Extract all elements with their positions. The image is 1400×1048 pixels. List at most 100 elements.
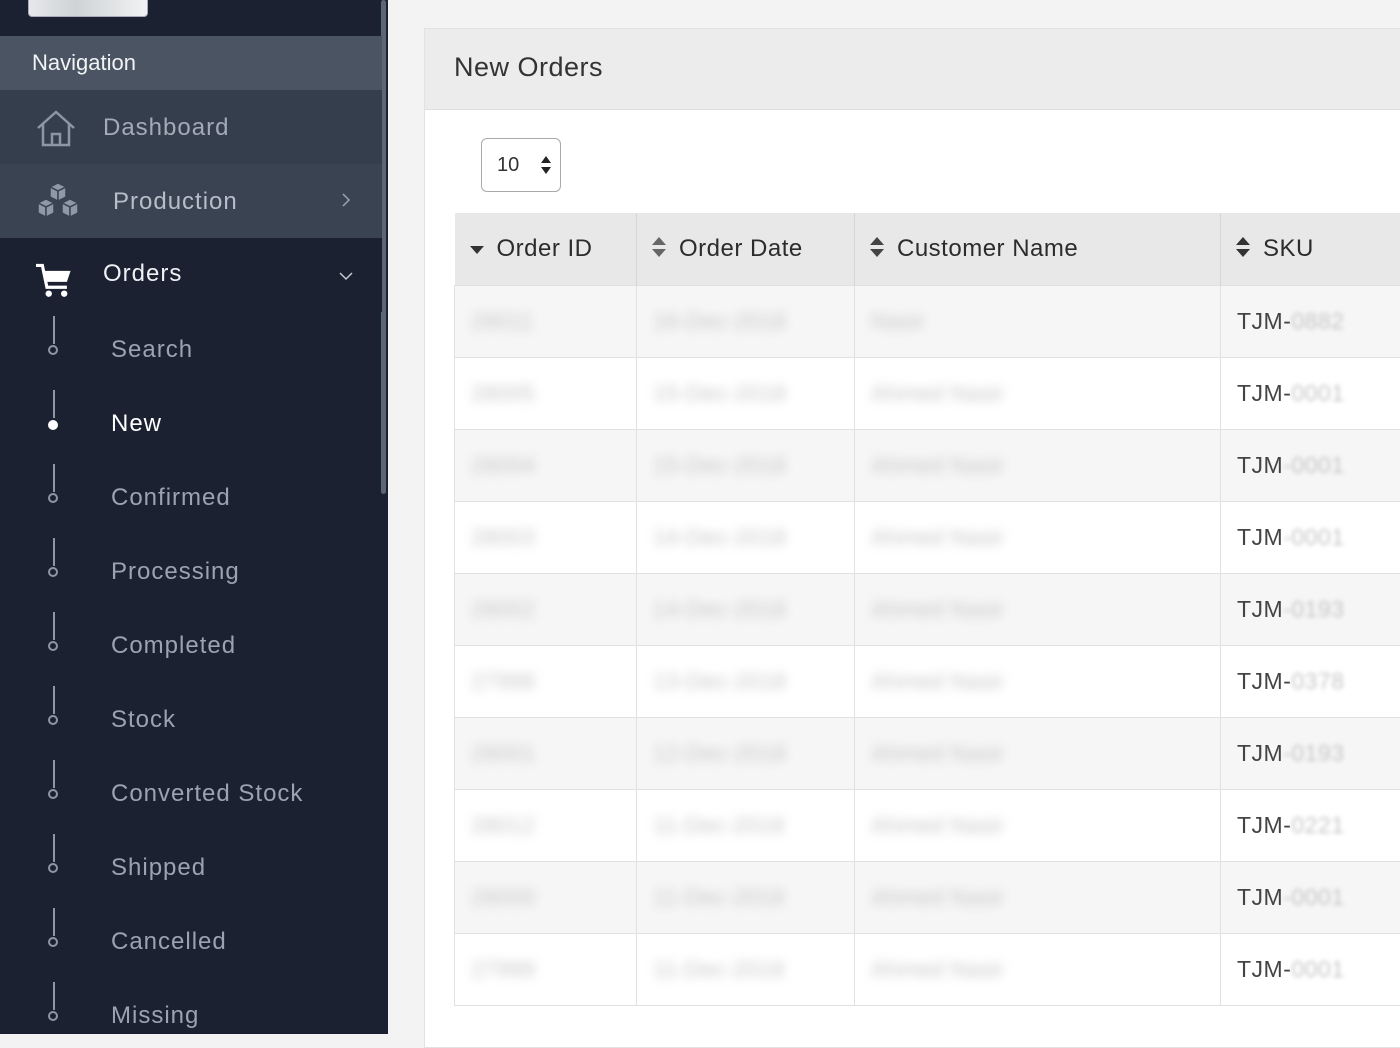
tree-dot	[48, 1011, 58, 1021]
cell-order-id: 28005	[455, 357, 637, 429]
tree-dot	[48, 863, 58, 873]
cart-icon	[36, 260, 76, 300]
column-label: Customer Name	[897, 235, 1078, 262]
tree-line	[53, 686, 55, 714]
sidebar-item-orders[interactable]: Orders	[0, 238, 382, 312]
cell-order-date: 14-Dec-2018	[637, 501, 855, 573]
cell-customer-name: Ahmed Nasir	[855, 933, 1221, 1005]
cell-customer-name: Ahmed Nasir	[855, 645, 1221, 717]
orders-table: Order ID Order Date Customer Name SKU 28…	[454, 213, 1400, 1006]
cell-order-date: 15-Dec-2018	[637, 357, 855, 429]
select-arrows-icon	[540, 154, 552, 176]
sort-icon	[869, 236, 885, 258]
sidebar-subitem-label: Converted Stock	[111, 780, 303, 808]
cell-customer-name: Ahmed Nasir	[855, 717, 1221, 789]
sidebar-subitem-missing[interactable]: Missing	[0, 978, 382, 1034]
sidebar-subitem-shipped[interactable]: Shipped	[0, 830, 382, 904]
table-row[interactable]: 28001 12-Dec-2018 Ahmed Nasir TJM-0193	[455, 717, 1400, 789]
cell-customer-name: Ahmed Nasir	[855, 429, 1221, 501]
sort-icon	[651, 236, 667, 258]
cell-sku: TJM-0221	[1221, 789, 1400, 861]
cell-order-id: 27998	[455, 645, 637, 717]
chevron-right-icon	[338, 192, 354, 208]
sidebar-subitem-search[interactable]: Search	[0, 312, 382, 386]
sidebar-subitem-cancelled[interactable]: Cancelled	[0, 904, 382, 978]
column-label: SKU	[1263, 235, 1314, 262]
table-row[interactable]: 28005 15-Dec-2018 Ahmed Nasir TJM-0001	[455, 357, 1400, 429]
tree-dot	[48, 789, 58, 799]
sidebar-subitem-new[interactable]: New	[0, 386, 382, 460]
sidebar-subitem-label: Confirmed	[111, 484, 231, 512]
column-header-sku[interactable]: SKU	[1221, 213, 1400, 285]
new-orders-panel: New Orders 10 Order ID Order Date Custom…	[424, 28, 1400, 1048]
cell-customer-name: Ahmed Nasir	[855, 789, 1221, 861]
cell-order-date: 11-Dec-2018	[637, 861, 855, 933]
tree-dot	[48, 937, 58, 947]
sidebar-subitem-converted-stock[interactable]: Converted Stock	[0, 756, 382, 830]
sidebar-subitem-processing[interactable]: Processing	[0, 534, 382, 608]
sidebar-subitem-completed[interactable]: Completed	[0, 608, 382, 682]
sidebar-subitem-label: Shipped	[111, 854, 206, 882]
tree-dot	[48, 493, 58, 503]
column-label: Order ID	[497, 235, 593, 262]
cell-order-id: 27999	[455, 933, 637, 1005]
chevron-down-icon	[338, 268, 354, 284]
sidebar-subitem-label: Stock	[111, 706, 176, 734]
cell-order-date: 12-Dec-2018	[637, 717, 855, 789]
tree-line	[53, 982, 55, 1010]
column-header-customer-name[interactable]: Customer Name	[855, 213, 1221, 285]
sidebar-item-label: Orders	[103, 260, 182, 288]
table-row[interactable]: 27999 11-Dec-2018 Ahmed Nasir TJM-0001	[455, 933, 1400, 1005]
table-row[interactable]: 28003 14-Dec-2018 Ahmed Nasir TJM-0001	[455, 501, 1400, 573]
cell-order-id: 28001	[455, 717, 637, 789]
tree-line	[53, 538, 55, 566]
cell-customer-name: Ahmed Nasir	[855, 573, 1221, 645]
table-header-row: Order ID Order Date Customer Name SKU	[455, 213, 1400, 285]
cell-order-id: 28002	[455, 573, 637, 645]
sidebar-item-dashboard[interactable]: Dashboard	[0, 90, 382, 164]
sidebar-subitem-confirmed[interactable]: Confirmed	[0, 460, 382, 534]
cell-sku: TJM-0882	[1221, 285, 1400, 357]
sidebar-item-label: Production	[113, 188, 238, 216]
table-row[interactable]: 28000 11-Dec-2018 Ahmed Nasir TJM-0001	[455, 861, 1400, 933]
sort-desc-icon	[469, 236, 485, 258]
column-header-order-id[interactable]: Order ID	[455, 213, 637, 285]
sidebar-subitem-label: Processing	[111, 558, 240, 586]
home-icon	[34, 108, 78, 148]
tree-dot	[48, 641, 58, 651]
table-row[interactable]: 28012 11-Dec-2018 Ahmed Nasir TJM-0221	[455, 789, 1400, 861]
logo[interactable]	[28, 0, 148, 17]
cell-customer-name: Ahmed Nasir	[855, 501, 1221, 573]
cell-sku: TJM-0001	[1221, 357, 1400, 429]
sidebar-subitem-label: Completed	[111, 632, 236, 660]
navigation-header: Navigation	[0, 36, 382, 90]
cell-order-date: 14-Dec-2018	[637, 573, 855, 645]
tree-line	[53, 760, 55, 788]
cell-order-id: 28000	[455, 861, 637, 933]
cell-order-date: 11-Dec-2018	[637, 789, 855, 861]
panel-title: New Orders	[425, 29, 1400, 110]
table-row[interactable]: 27998 13-Dec-2018 Ahmed Nasir TJM-0378	[455, 645, 1400, 717]
table-row[interactable]: 28002 14-Dec-2018 Ahmed Nasir TJM-0193	[455, 573, 1400, 645]
cell-order-id: 28012	[455, 789, 637, 861]
cell-customer-name: Nasir	[855, 285, 1221, 357]
column-header-order-date[interactable]: Order Date	[637, 213, 855, 285]
tree-dot	[48, 567, 58, 577]
page-size-select[interactable]: 10	[481, 138, 561, 192]
cell-sku: TJM-0001	[1221, 501, 1400, 573]
sidebar-subitem-label: Missing	[111, 1002, 199, 1030]
cubes-icon	[34, 183, 82, 223]
table-row[interactable]: 28004 15-Dec-2018 Ahmed Nasir TJM-0001	[455, 429, 1400, 501]
cell-order-date: 15-Dec-2018	[637, 429, 855, 501]
column-label: Order Date	[679, 235, 803, 262]
tree-line	[53, 316, 55, 344]
sidebar-subitem-label: New	[111, 410, 162, 438]
tree-dot	[48, 345, 58, 355]
sidebar-item-production[interactable]: Production	[0, 164, 382, 238]
tree-line	[53, 464, 55, 492]
table-row[interactable]: 28011 16-Dec-2018 Nasir TJM-0882	[455, 285, 1400, 357]
cell-order-id: 28011	[455, 285, 637, 357]
sidebar-item-label: Dashboard	[103, 114, 229, 142]
cell-order-date: 13-Dec-2018	[637, 645, 855, 717]
sidebar-subitem-stock[interactable]: Stock	[0, 682, 382, 756]
